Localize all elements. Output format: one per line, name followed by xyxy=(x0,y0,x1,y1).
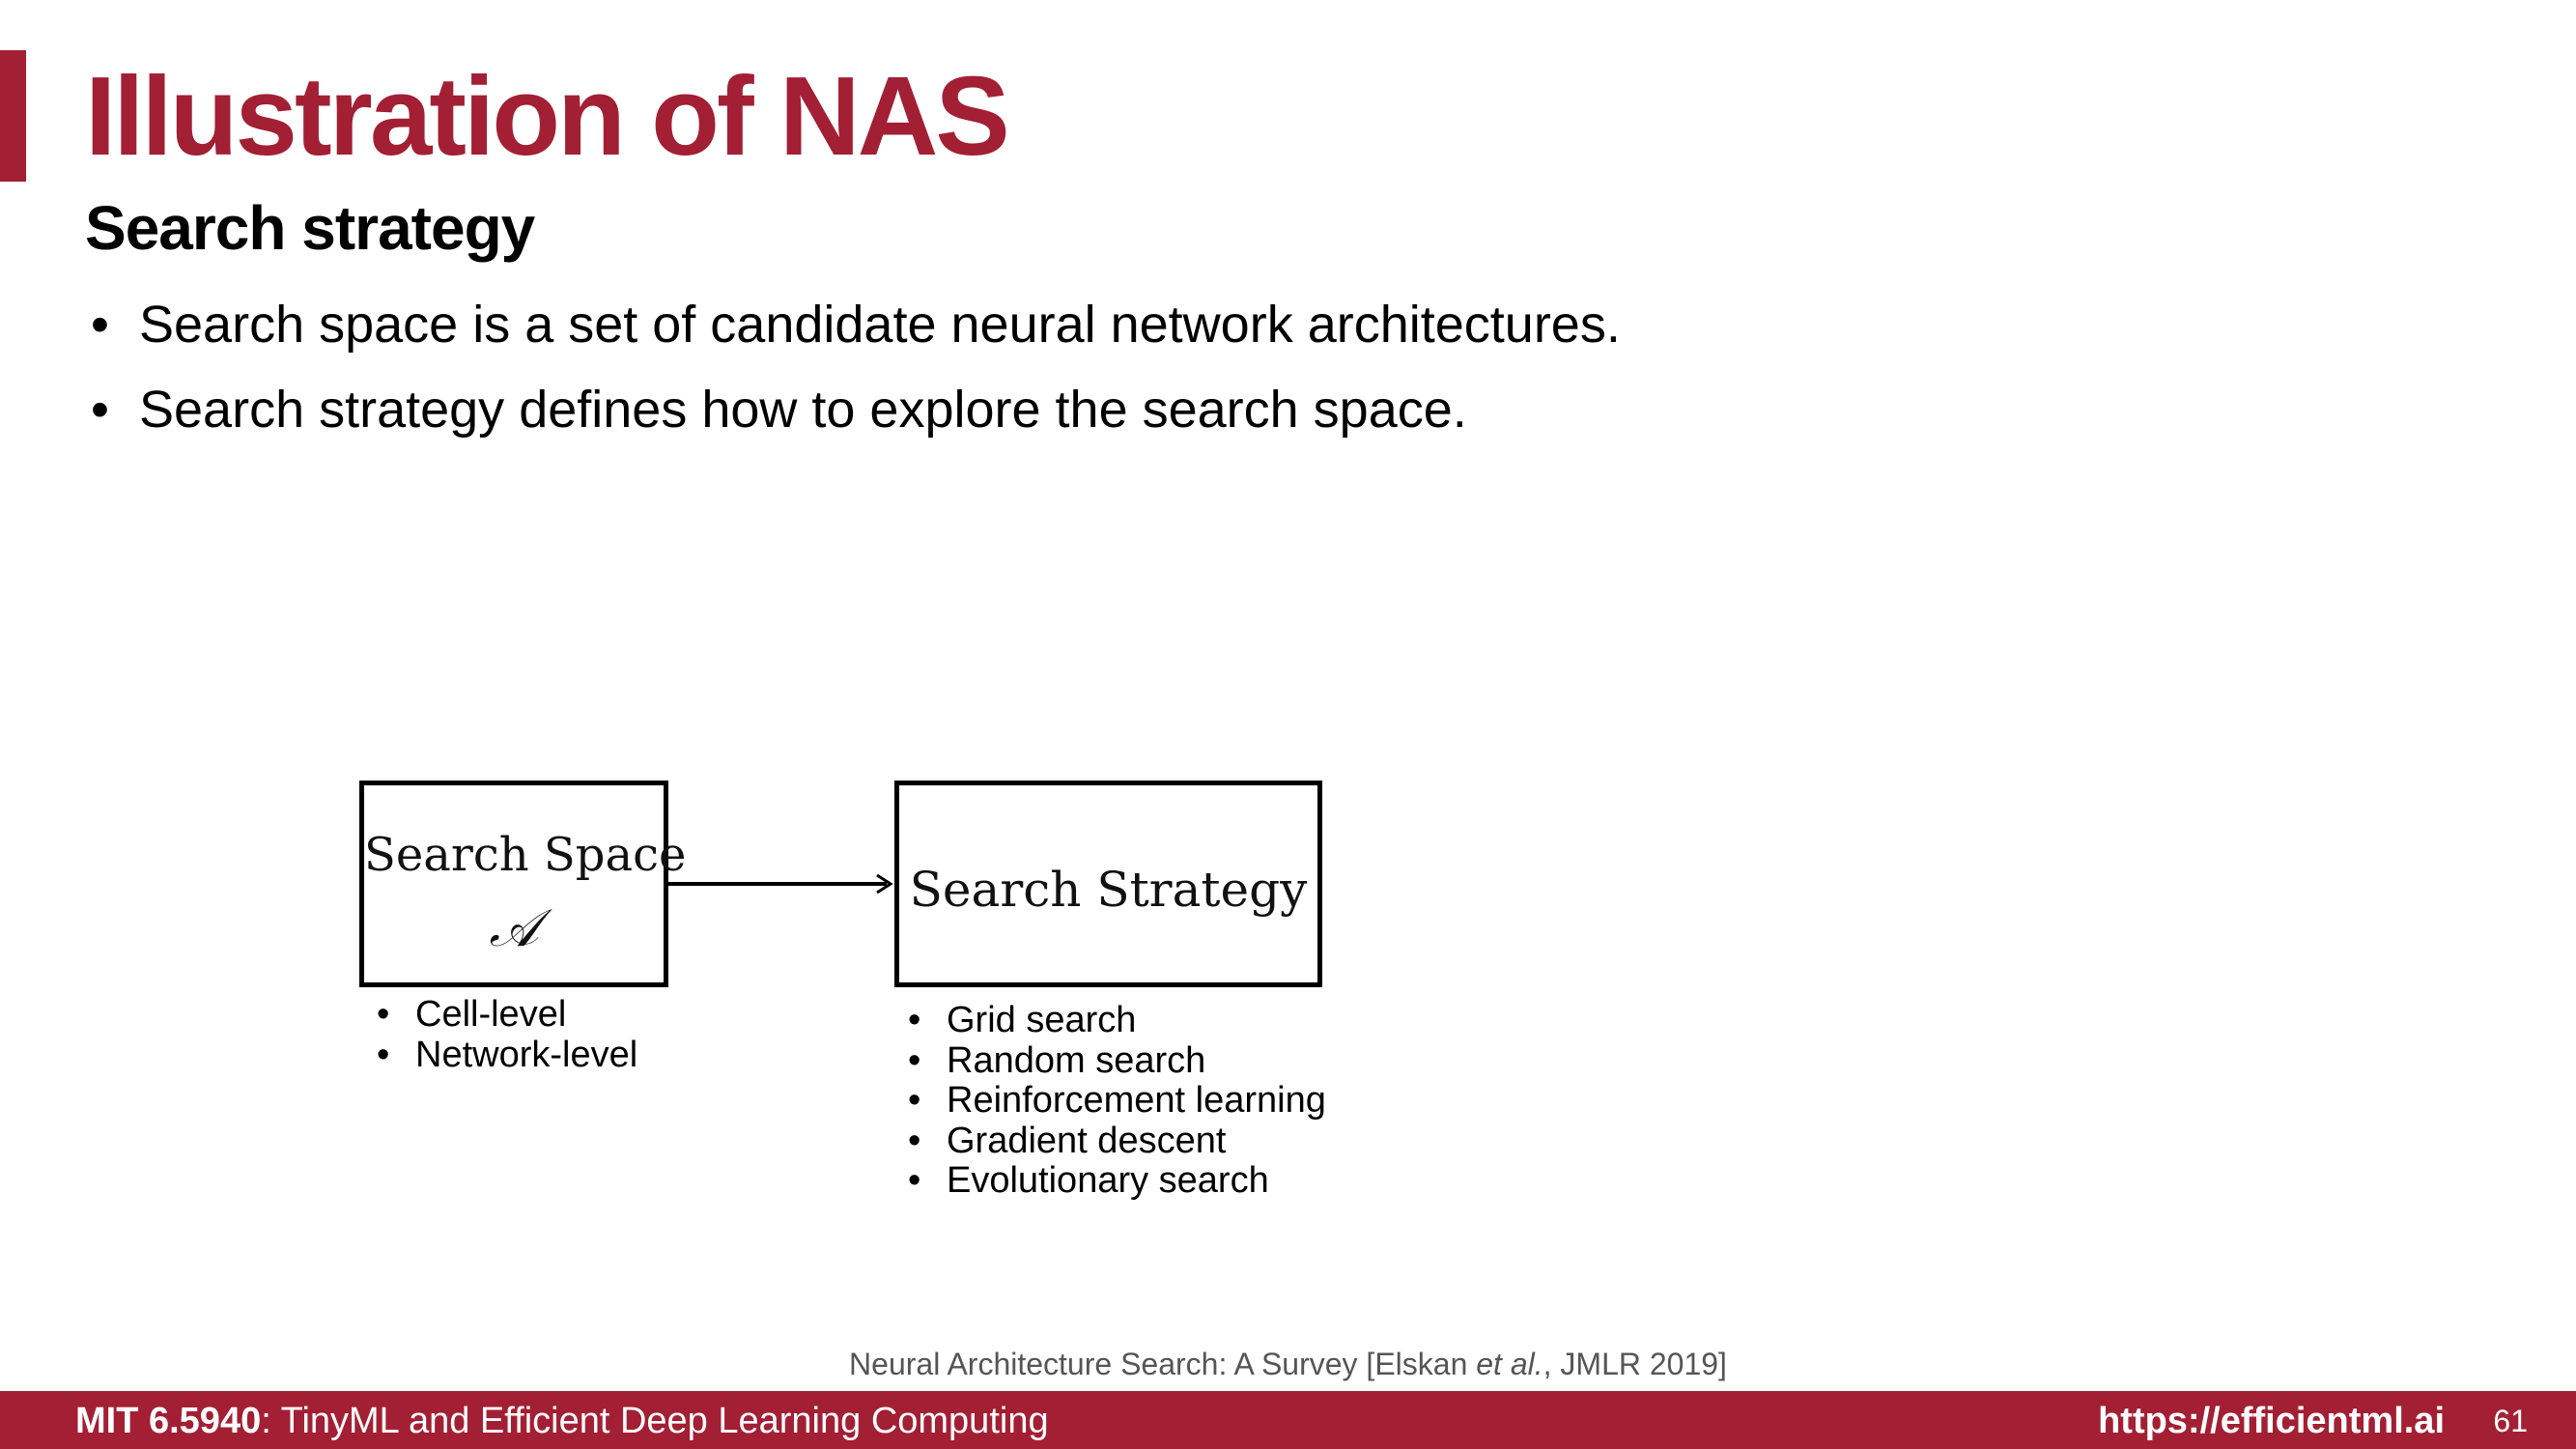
search-space-list: • Cell-level • Network-level xyxy=(377,994,638,1076)
course-url-link[interactable]: https://efficientml.ai xyxy=(2098,1400,2445,1442)
bullet-marker: • xyxy=(91,296,109,354)
citation: Neural Architecture Search: A Survey [El… xyxy=(0,1345,2576,1383)
course-name: : TinyML and Efficient Deep Learning Com… xyxy=(261,1401,1049,1441)
bullet-marker: • xyxy=(91,381,109,439)
bullet-text: Search strategy defines how to explore t… xyxy=(139,381,1467,439)
list-item-text: Network-level xyxy=(415,1034,638,1075)
list-item-text: Gradient descent xyxy=(947,1120,1227,1161)
bullet-marker: • xyxy=(908,1039,921,1081)
search-space-symbol: 𝒜 xyxy=(489,897,539,958)
list-item: • Reinforcement learning xyxy=(908,1080,1326,1122)
list-item: • Gradient descent xyxy=(908,1120,1326,1162)
search-strategy-box: Search Strategy xyxy=(894,781,1322,987)
list-item: • Network-level xyxy=(377,1034,638,1076)
search-space-box: Search Space 𝒜 xyxy=(359,781,687,987)
bullet-marker: • xyxy=(377,994,390,1035)
slide: Illustration of NAS Search strategy • Se… xyxy=(0,0,2576,1449)
title-accent-bar xyxy=(0,50,26,182)
course-code: MIT 6.5940 xyxy=(75,1401,262,1441)
list-item-text: Cell-level xyxy=(415,994,567,1035)
bullet-text: Search space is a set of candidate neura… xyxy=(139,296,1621,354)
bullet-list: • Search space is a set of candidate neu… xyxy=(85,286,1621,456)
list-item: • Cell-level xyxy=(377,994,637,1036)
list-item-text: Grid search xyxy=(947,1000,1137,1040)
bullet-marker: • xyxy=(908,1120,921,1161)
bullet-item: • Search space is a set of candidate neu… xyxy=(85,286,1621,371)
search-strategy-list: • Grid search • Random search • Reinforc… xyxy=(908,1000,1326,1202)
section-subtitle: Search strategy xyxy=(85,193,535,263)
list-item-text: Reinforcement learning xyxy=(947,1080,1326,1121)
search-space-label: Search Space xyxy=(364,828,687,882)
list-item-text: Random search xyxy=(947,1039,1206,1081)
bullet-marker: • xyxy=(377,1034,390,1075)
citation-suffix: , JMLR 2019] xyxy=(1543,1347,1727,1381)
list-item: • Evolutionary search xyxy=(908,1160,1326,1202)
citation-prefix: Neural Architecture Search: A Survey [El… xyxy=(849,1347,1477,1381)
citation-emphasis: et al. xyxy=(1476,1347,1543,1381)
bullet-marker: • xyxy=(908,1080,921,1121)
list-item: • Random search xyxy=(908,1039,1326,1082)
page-title: Illustration of NAS xyxy=(85,53,1010,179)
course-title: MIT 6.5940: TinyML and Efficient Deep Le… xyxy=(75,1400,1049,1442)
bullet-marker: • xyxy=(908,1000,921,1040)
footer-bar: MIT 6.5940: TinyML and Efficient Deep Le… xyxy=(0,1391,2576,1449)
bullet-marker: • xyxy=(908,1160,921,1201)
bullet-item: • Search strategy defines how to explore… xyxy=(85,371,1621,456)
list-item-text: Evolutionary search xyxy=(947,1160,1269,1201)
search-strategy-label: Search Strategy xyxy=(909,862,1308,918)
page-number: 61 xyxy=(2493,1404,2528,1438)
flow-arrow xyxy=(666,873,893,895)
list-item: • Grid search xyxy=(908,1000,1326,1041)
